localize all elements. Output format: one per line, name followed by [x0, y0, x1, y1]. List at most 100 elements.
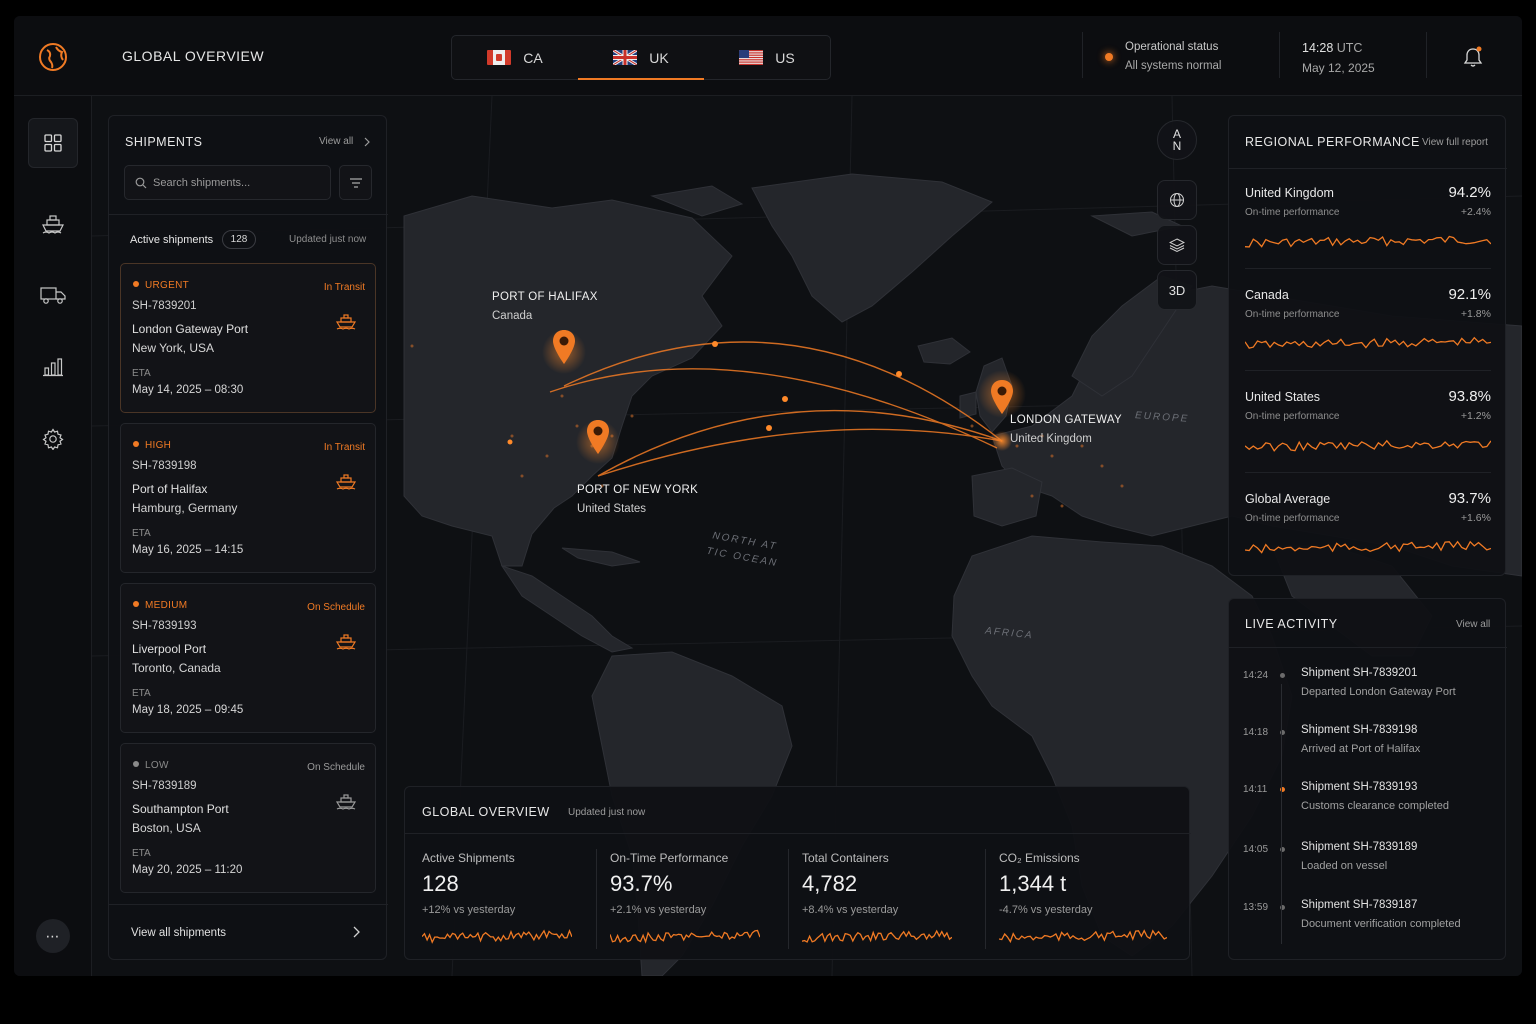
region-row[interactable]: United Kingdom On-time performance 94.2% +2… — [1244, 184, 1492, 284]
activity-description: Customs clearance completed — [1301, 800, 1449, 812]
divider — [1229, 647, 1507, 648]
shipment-origin: Port of Halifax — [132, 482, 208, 496]
tab-us-label: US — [775, 49, 795, 66]
shipment-origin: Liverpool Port — [132, 642, 207, 656]
notifications-button[interactable] — [1426, 32, 1483, 78]
filter-button[interactable] — [339, 165, 372, 200]
activity-description: Arrived at Port of Halifax — [1301, 743, 1421, 755]
port-label-halifax: PORT OF HALIFAX — [492, 291, 598, 303]
region-row[interactable]: Global Average On-time performance 93.7% +1… — [1244, 490, 1492, 590]
region-sparkline — [1244, 334, 1492, 357]
kpi-label: On-Time Performance — [610, 851, 729, 865]
layers-button[interactable] — [1157, 225, 1197, 265]
region-metric-label: On-time performance — [1245, 411, 1340, 422]
ship-icon — [42, 215, 64, 234]
priority-badge: MEDIUM — [133, 600, 187, 611]
filter-icon — [349, 177, 362, 188]
activity-title: Shipment SH-7839198 — [1301, 724, 1418, 736]
shipment-card[interactable]: LOW On Schedule SH-7839189 Southampton Port… — [120, 743, 376, 893]
region-name: Canada — [1245, 288, 1289, 302]
sidebar-item-fleet[interactable] — [28, 270, 78, 320]
eta-value: May 16, 2025 – 14:15 — [132, 544, 244, 556]
newyork-pin-icon[interactable] — [587, 420, 609, 456]
priority-text: LOW — [145, 760, 169, 771]
shipment-card[interactable]: HIGH In Transit SH-7839198 Port of Halifax H… — [120, 423, 376, 573]
port-label-london: LONDON GATEWAY — [1010, 414, 1122, 426]
sidebar-item-dashboard[interactable] — [28, 118, 78, 168]
shipment-status: On Schedule — [307, 762, 365, 773]
kpi-card: On-Time Performance 93.7% +2.1% vs yesterd… — [609, 849, 790, 953]
eta-label: ETA — [132, 368, 151, 379]
uk-flag-icon — [613, 50, 638, 65]
priority-badge: URGENT — [133, 280, 189, 291]
kpi-value: 93.7% — [610, 871, 673, 896]
eta-label: ETA — [132, 688, 151, 699]
shipment-status: In Transit — [323, 282, 365, 293]
region-row[interactable]: Canada On-time performance 92.1% +1.8% — [1244, 286, 1492, 386]
view-all-shipments-link[interactable]: View all shipments — [131, 927, 226, 939]
tab-uk[interactable]: UK — [578, 36, 704, 80]
london-pin-icon[interactable] — [991, 380, 1013, 416]
us-flag-icon — [739, 50, 764, 65]
time-display: 14:28 UTC — [1302, 41, 1375, 55]
priority-dot — [133, 761, 139, 767]
activity-time: 14:11 — [1243, 784, 1268, 795]
sidebar-item-shipping[interactable] — [28, 198, 78, 248]
sparkline — [1244, 336, 1492, 349]
sparkline — [1244, 540, 1492, 554]
vessel-icon-wrap — [335, 312, 357, 335]
port-country-london: United Kingdom — [1010, 433, 1092, 445]
divider — [109, 904, 388, 905]
globe-icon — [1170, 193, 1184, 207]
live-activity-title: LIVE ACTIVITY — [1245, 617, 1338, 631]
active-shipments-label: Active shipments — [130, 234, 214, 246]
shipment-card[interactable]: MEDIUM On Schedule SH-7839193 Liverpool Por… — [120, 583, 376, 733]
live-activity-view-all-link[interactable]: View all — [1456, 619, 1490, 630]
chevron-right-icon — [364, 137, 370, 147]
more-options-button[interactable]: ⋯ — [36, 919, 70, 953]
search-box — [124, 165, 331, 200]
region-value: 92.1% — [1448, 286, 1491, 303]
sidebar-item-settings[interactable] — [28, 414, 78, 464]
tab-ca[interactable]: CA — [452, 36, 578, 79]
shipment-card[interactable]: URGENT In Transit SH-7839201 London Gateway… — [120, 263, 376, 413]
tab-ca-label: CA — [523, 49, 543, 66]
search-input[interactable] — [153, 166, 328, 199]
shipments-view-all-link[interactable]: View all — [319, 136, 353, 147]
global-overview-updated: Updated just now — [568, 807, 646, 818]
shipment-id: SH-7839201 — [132, 300, 197, 312]
kpi-value: 1,344 t — [999, 871, 1067, 896]
chevron-right-icon[interactable] — [351, 925, 361, 939]
sparkline — [1244, 439, 1492, 452]
date-display: May 12, 2025 — [1302, 61, 1375, 75]
region-value: 93.7% — [1448, 490, 1491, 507]
kpi-value: 128 — [422, 871, 459, 896]
priority-badge: LOW — [133, 760, 169, 771]
priority-dot — [133, 601, 139, 607]
tab-uk-label: UK — [649, 49, 669, 66]
shipment-status: On Schedule — [307, 602, 365, 613]
truck-icon — [40, 287, 66, 304]
updated-label: Updated just now — [289, 234, 367, 245]
3d-toggle-button[interactable]: 3D — [1157, 270, 1197, 310]
region-value: 94.2% — [1448, 184, 1491, 201]
view-full-report-link[interactable]: View full report — [1422, 137, 1488, 148]
kpi-sparkline — [998, 927, 1168, 950]
compass-button[interactable]: A N — [1157, 120, 1197, 160]
timeline-dot — [1280, 673, 1285, 678]
status-value: All systems normal — [1125, 60, 1222, 72]
port-country-halifax: Canada — [492, 310, 533, 322]
operational-status: Operational status All systems normal — [1082, 32, 1222, 78]
vessel-icon-wrap — [335, 472, 357, 495]
divider — [1245, 472, 1491, 473]
halifax-pin-icon[interactable] — [553, 330, 575, 366]
globe-view-button[interactable] — [1157, 180, 1197, 220]
sidebar-nav: ⋯ — [14, 96, 92, 976]
activity-title: Shipment SH-7839201 — [1301, 667, 1418, 679]
shipments-title: SHIPMENTS — [125, 135, 203, 149]
region-row[interactable]: United States On-time performance 93.8% +1.… — [1244, 388, 1492, 488]
page-title: GLOBAL OVERVIEW — [122, 48, 265, 64]
tab-us[interactable]: US — [704, 36, 830, 79]
sidebar-item-analytics[interactable] — [28, 342, 78, 392]
region-name: Global Average — [1245, 492, 1331, 506]
